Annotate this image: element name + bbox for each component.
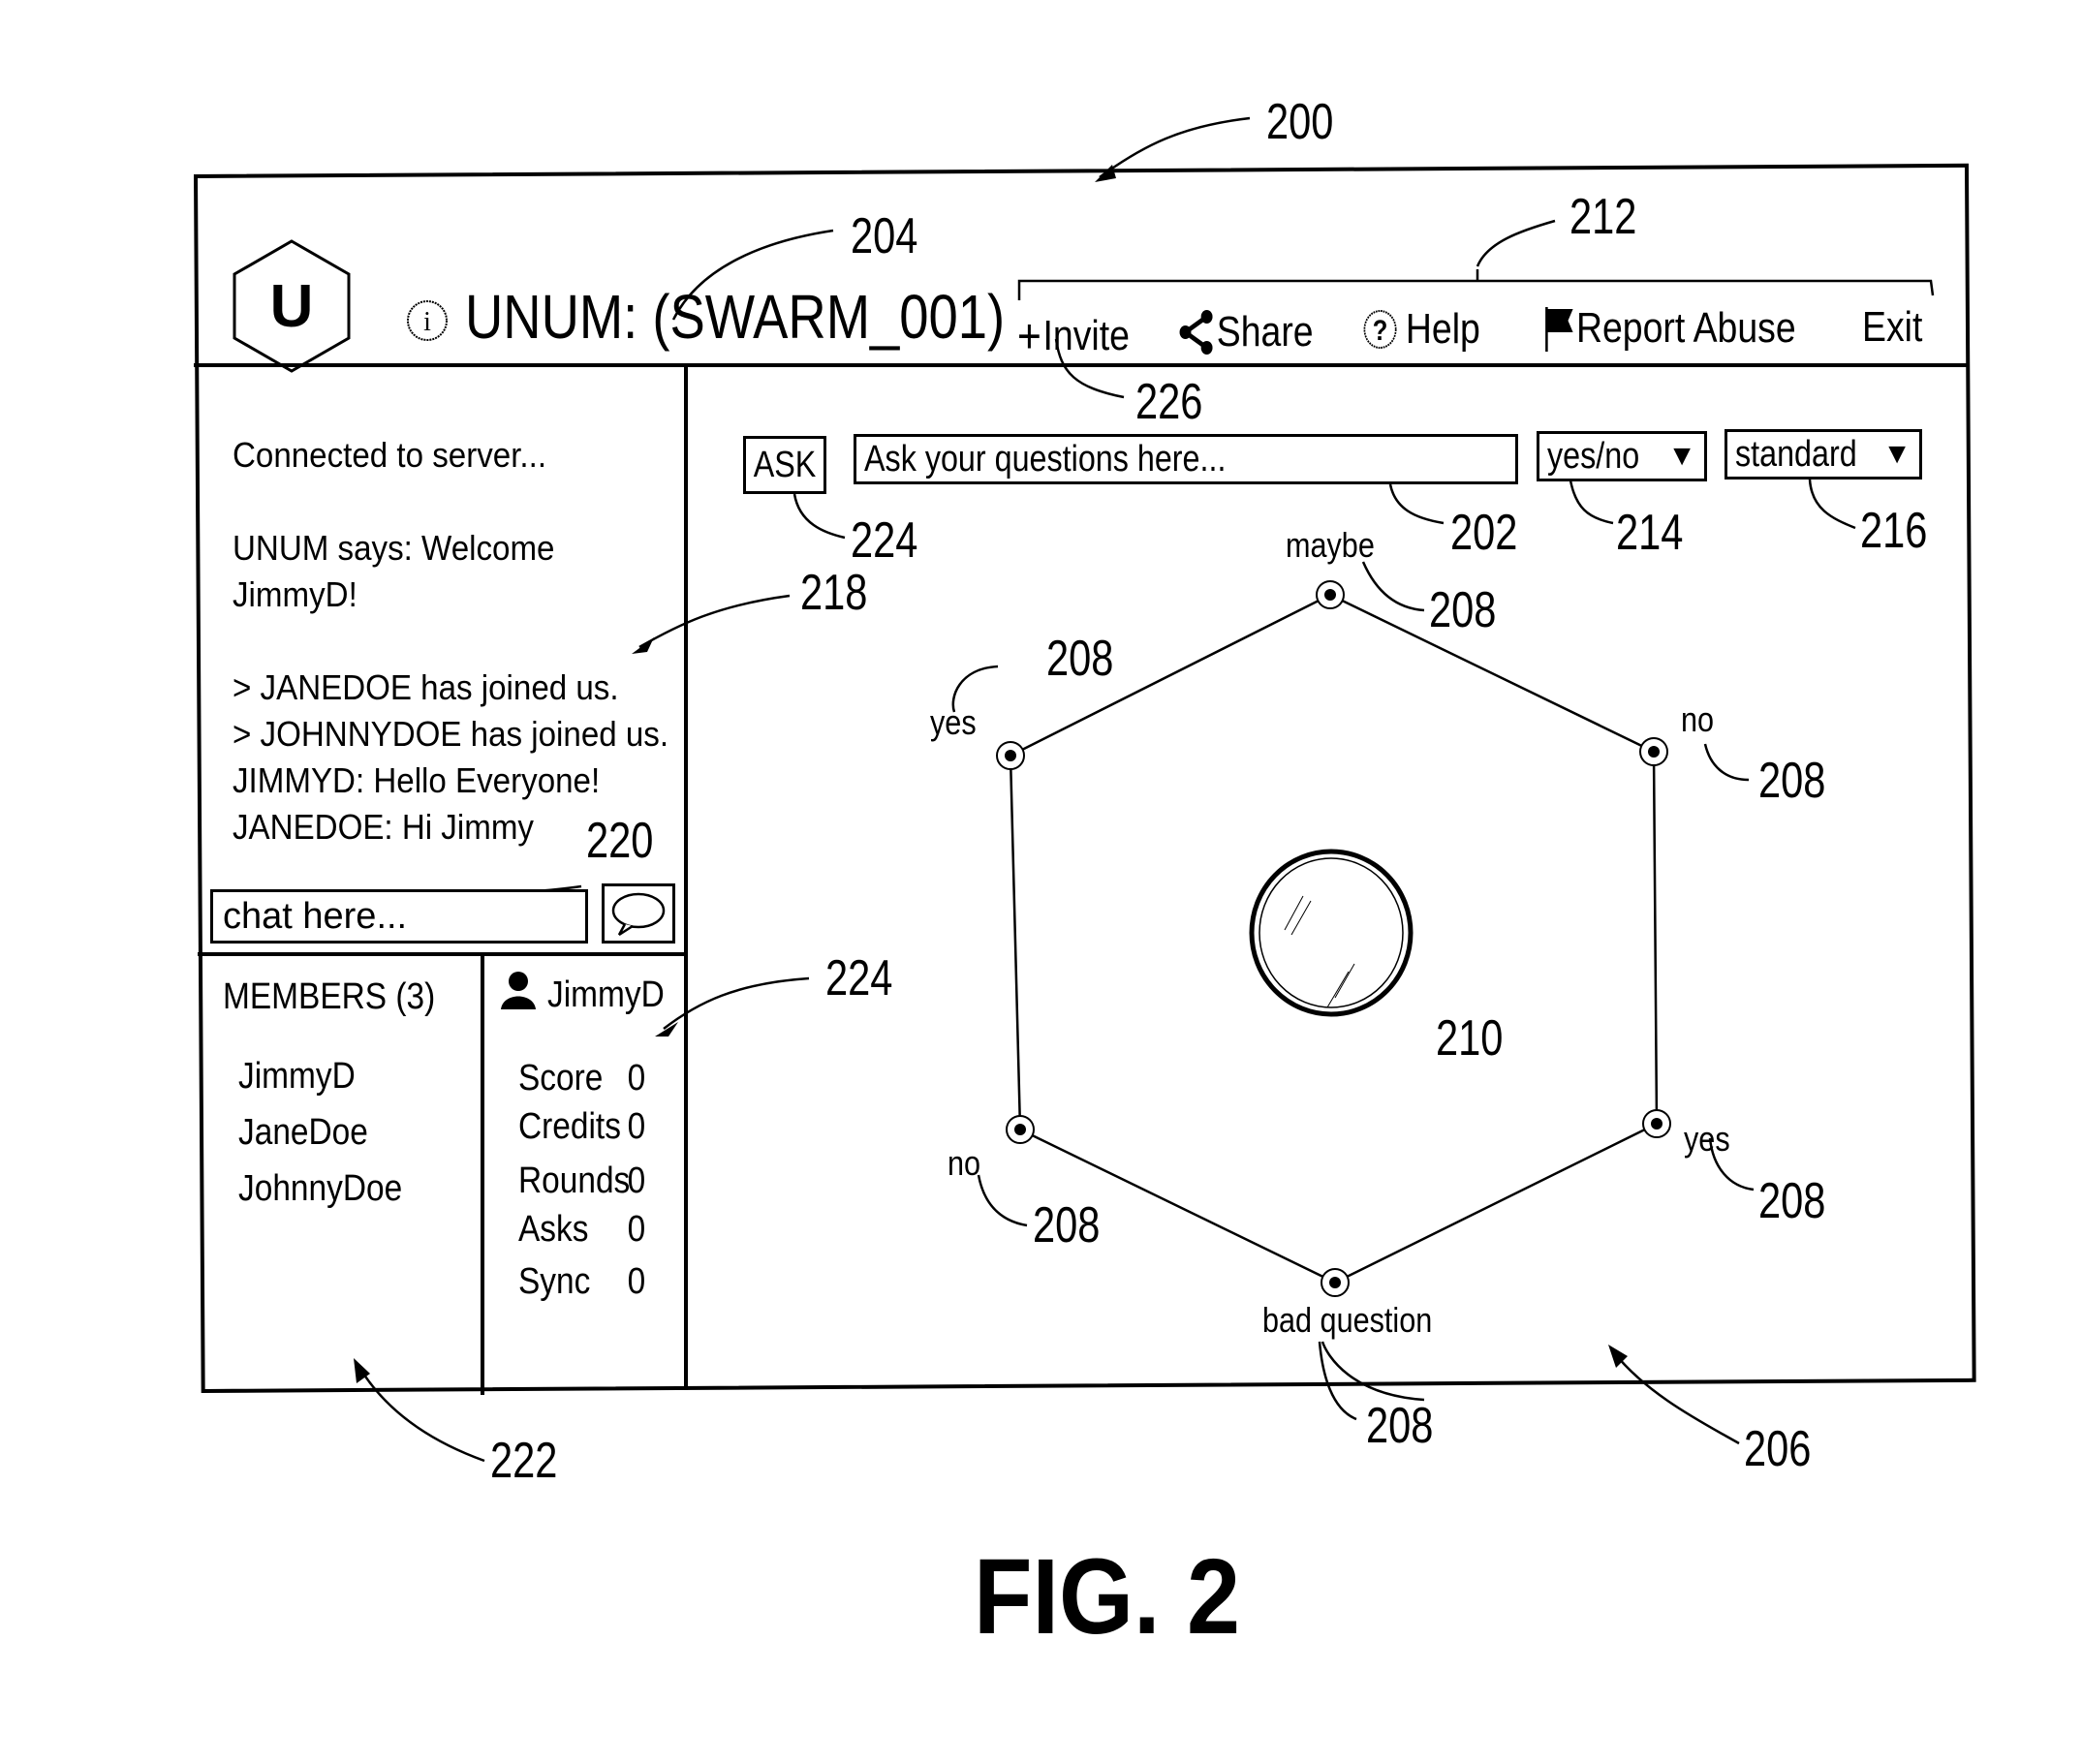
answer-option-bad-question[interactable] [1321,1268,1350,1297]
answer-option-no-left[interactable] [1006,1115,1035,1144]
answer-option-yes-right[interactable] [1642,1109,1671,1138]
answer-board [996,580,1671,1297]
option-label-no-left: no [948,1143,981,1183]
figure-caption: FIG. 2 [974,1537,1241,1656]
option-label-yes-right: yes [1684,1119,1730,1159]
answer-option-yes-left[interactable] [996,741,1025,770]
answer-option-no-right[interactable] [1639,737,1668,766]
option-label-maybe: maybe [1286,525,1375,565]
answer-option-maybe[interactable] [1316,580,1345,609]
option-label-yes-left: yes [930,702,977,742]
option-label-bad-question: bad question [1262,1300,1433,1340]
puck[interactable] [1249,849,1414,1017]
option-label-no-right: no [1681,699,1715,739]
